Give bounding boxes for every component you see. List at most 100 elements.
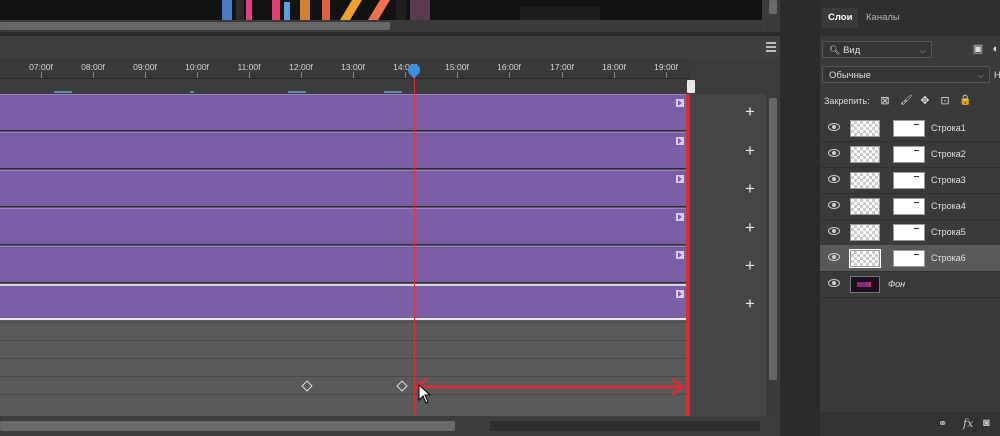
double-arrow-annotation [413,377,685,397]
timeline-horizontal-scrollbar[interactable] [0,416,780,436]
layer-thumbnail [850,120,880,137]
clip-expand-icon[interactable] [676,251,684,259]
layer-name[interactable]: Строка5 [931,227,966,237]
track-controls: + + + + + + [690,94,766,416]
work-area-bar[interactable] [0,79,690,94]
add-media-button[interactable]: + [742,219,758,236]
layer-name[interactable]: Строка6 [931,253,966,263]
add-media-button[interactable]: + [742,103,758,120]
canvas-vertical-scrollbar[interactable] [766,0,780,32]
property-row[interactable] [0,340,690,359]
visibility-eye-icon[interactable] [828,227,840,235]
visibility-eye-icon[interactable] [828,123,840,131]
chevron-down-icon: ⌵ [977,71,984,80]
ruler-tick: 15:00f [445,62,469,72]
track-clip-2[interactable] [0,132,688,169]
search-icon: 🔍︎ [829,45,841,55]
panel-divider [780,0,820,436]
clip-end-marker [686,94,689,416]
layer-thumbnail [850,146,880,163]
mouse-pointer-icon [418,384,432,404]
keyframe-diamond-icon[interactable] [301,380,313,392]
layer-name[interactable]: Строка3 [931,175,966,185]
timeline-tracks [0,94,690,416]
playhead-line[interactable] [414,70,415,415]
track-clip-3[interactable] [0,170,688,207]
time-ruler[interactable]: 07:00f 08:00f 09:00f 10:00f 11:00f 12:00… [0,58,690,79]
clip-expand-icon[interactable] [676,175,684,183]
track-clip-5[interactable] [0,246,688,283]
lock-transparent-icon[interactable]: ⊠ [879,95,891,107]
visibility-eye-icon[interactable] [828,149,840,157]
add-media-button[interactable]: + [742,257,758,274]
track-clip-4[interactable] [0,208,688,245]
clip-expand-icon[interactable] [676,290,684,298]
layer-filter-select[interactable]: 🔍︎ Вид ⌵ [822,41,932,58]
ruler-tick: 12:00f [289,62,313,72]
property-row[interactable] [0,322,690,341]
background-thumbnail [850,276,880,293]
timeline-vertical-scrollbar[interactable] [766,94,780,416]
canvas-preview [0,0,762,20]
layer-mask-thumbnail[interactable] [893,172,925,189]
layers-panel-footer: ⚭ fx ◙ [820,412,1000,436]
clip-expand-icon[interactable] [676,99,684,107]
layer-row-background[interactable]: Фон [820,271,1000,298]
opacity-label[interactable]: Н [994,70,1000,81]
lock-position-icon[interactable]: ✥ [919,95,931,107]
ruler-tick: 13:00f [341,62,365,72]
lock-label: Закрепить: [824,96,870,106]
layer-name[interactable]: Фон [888,279,905,289]
chevron-down-icon: ⌵ [919,46,926,55]
layer-name[interactable]: Строка2 [931,149,966,159]
lock-image-brush-icon[interactable]: 🖌 [900,95,913,107]
lock-artboard-icon[interactable]: ⊡ [939,95,951,107]
visibility-eye-icon[interactable] [828,201,840,209]
tab-channels[interactable]: Каналы [860,8,906,28]
add-media-button[interactable]: + [742,295,758,312]
layer-name[interactable]: Строка4 [931,201,966,211]
visibility-eye-icon[interactable] [828,279,840,287]
layer-mask-thumbnail[interactable] [893,146,925,163]
ruler-tick: 10:00f [185,62,209,72]
layer-mask-thumbnail[interactable] [893,250,925,267]
ruler-tick: 08:00f [81,62,105,72]
visibility-eye-icon[interactable] [828,253,840,261]
layer-row[interactable]: Строка3 [820,167,1000,194]
layer-row[interactable]: Строка2 [820,141,1000,168]
lock-all-icon[interactable]: 🔒 [959,95,971,107]
layer-mask-thumbnail[interactable] [893,198,925,215]
layer-mask-thumbnail[interactable] [893,120,925,137]
add-media-button[interactable]: + [742,180,758,197]
adjustment-filter-icon[interactable]: ◐ [990,43,1000,55]
layer-thumbnail [850,198,880,215]
ruler-tick: 09:00f [133,62,157,72]
clip-expand-icon[interactable] [676,213,684,221]
track-clip-1[interactable] [0,94,688,131]
add-media-button[interactable]: + [742,142,758,159]
track-clip-6[interactable] [0,284,688,320]
ruler-tick: 19:00f [654,62,678,72]
layer-row[interactable]: Строка4 [820,193,1000,220]
blend-mode-select[interactable]: Обычные ⌵ [822,66,990,83]
layer-row[interactable]: Строка5 [820,219,1000,246]
link-icon[interactable]: ⚭ [938,417,947,430]
work-area-end-handle[interactable] [687,80,695,93]
layer-row[interactable]: Строка1 [820,115,1000,142]
visibility-eye-icon[interactable] [828,175,840,183]
fx-button[interactable]: fx [963,417,973,430]
layer-name[interactable]: Строка1 [931,123,966,133]
layer-row-selected[interactable]: Строка6 [820,245,1000,272]
layer-thumbnail [850,172,880,189]
image-filter-icon[interactable]: ▣ [972,43,984,55]
clip-expand-icon[interactable] [676,137,684,145]
timeline-menu-icon[interactable] [764,40,778,54]
ruler-tick: 07:00f [29,62,53,72]
tab-layers[interactable]: Слои [822,8,859,28]
keyframe-diamond-icon[interactable] [396,380,408,392]
canvas-horizontal-scrollbar[interactable] [0,20,762,32]
timeline-header [0,36,780,58]
mask-icon[interactable]: ◙ [983,417,990,429]
layer-mask-thumbnail[interactable] [893,224,925,241]
ruler-tick: 17:00f [550,62,574,72]
